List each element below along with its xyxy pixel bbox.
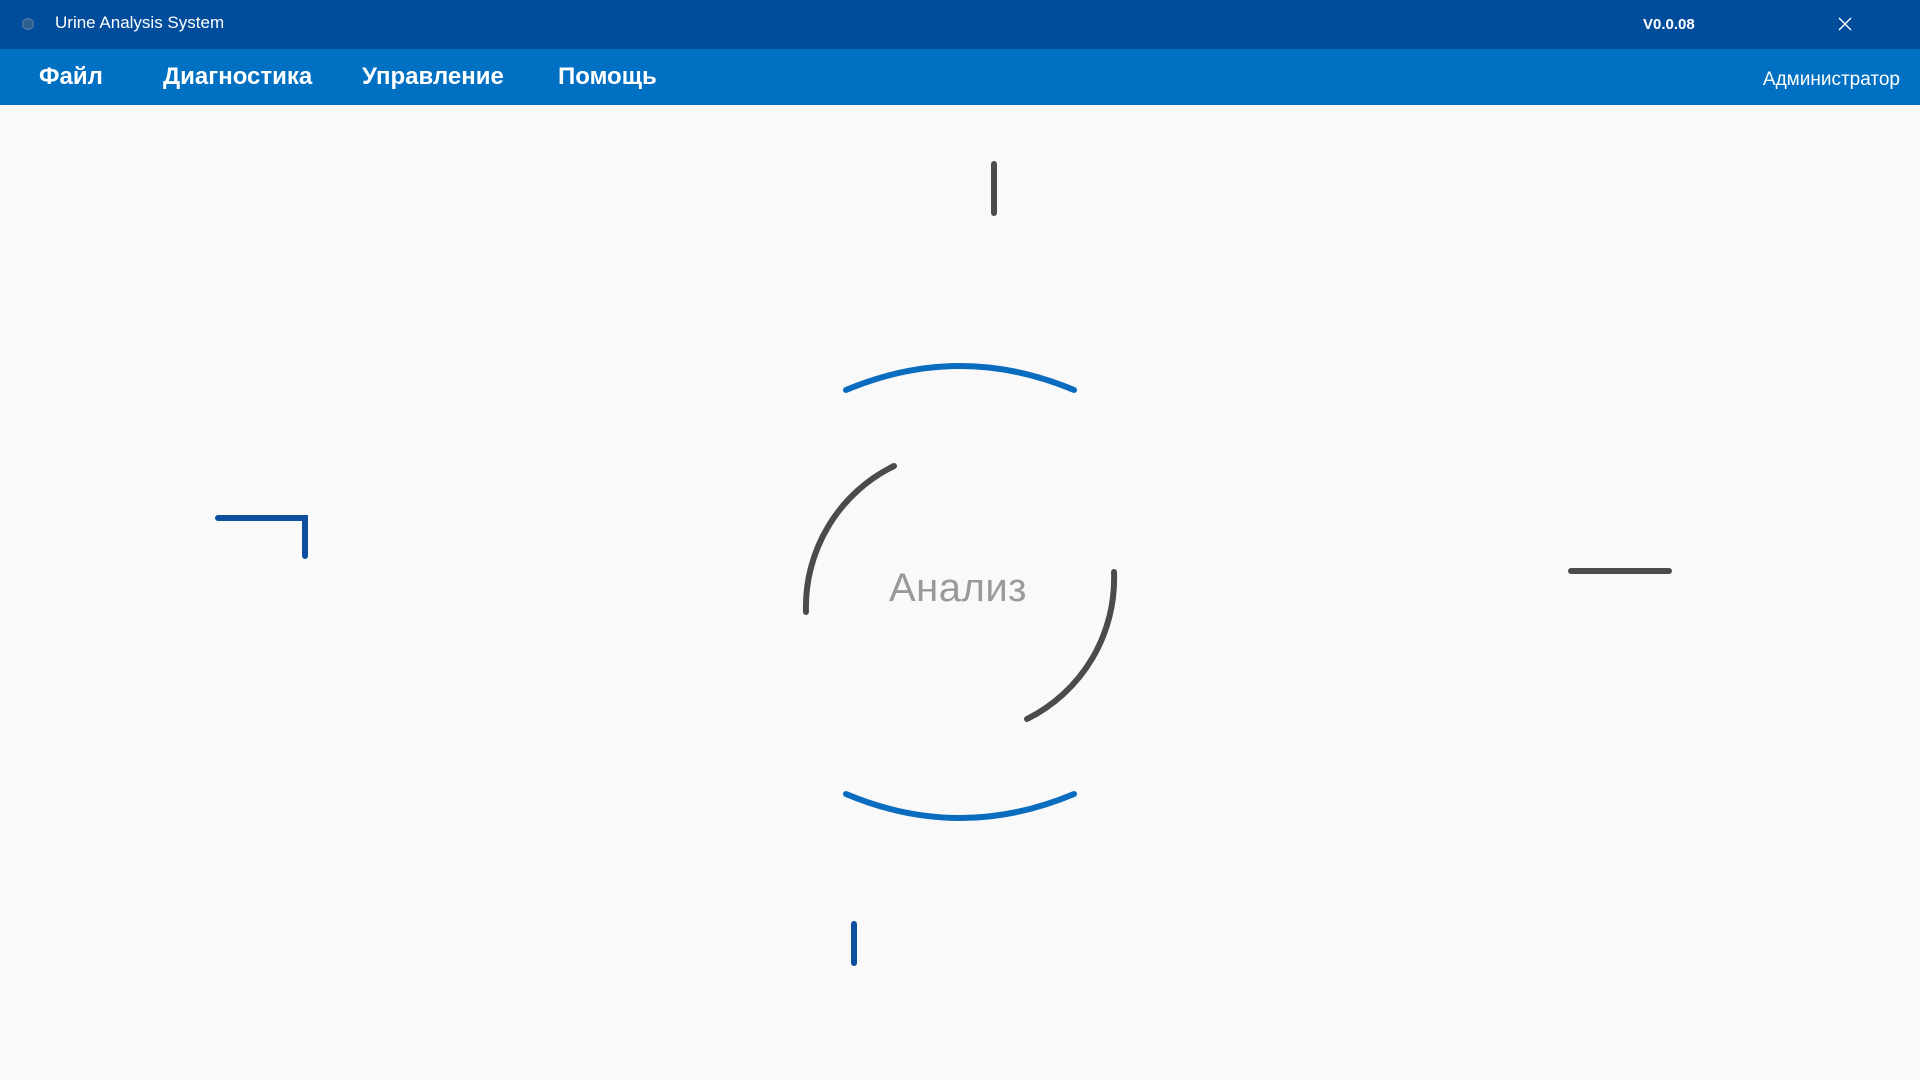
window-title: Urine Analysis System xyxy=(55,13,225,32)
analyze-label: Анализ xyxy=(888,566,1028,610)
menu-help[interactable]: Помощь xyxy=(558,63,657,91)
main-area: Анализ xyxy=(0,105,1920,1080)
analyze-button[interactable]: Анализ xyxy=(818,513,1098,673)
deco-arc-outer-bottom xyxy=(843,791,1077,821)
menu-diagnostics[interactable]: Диагностика xyxy=(163,63,312,91)
close-icon xyxy=(1838,17,1852,31)
title-bar: Urine Analysis System V0.0.08 xyxy=(0,0,1920,49)
close-button[interactable] xyxy=(1828,12,1862,36)
app-icon xyxy=(22,18,34,30)
menu-file[interactable]: Файл xyxy=(39,63,103,91)
menu-bar: Файл Диагностика Управление Помощь Админ… xyxy=(0,49,1920,105)
deco-corner-left xyxy=(215,515,308,559)
current-user[interactable]: Администратор xyxy=(1763,69,1900,91)
version-label: V0.0.08 xyxy=(1643,16,1695,33)
menu-management[interactable]: Управление xyxy=(362,63,504,91)
deco-arc-outer-top xyxy=(843,363,1077,393)
